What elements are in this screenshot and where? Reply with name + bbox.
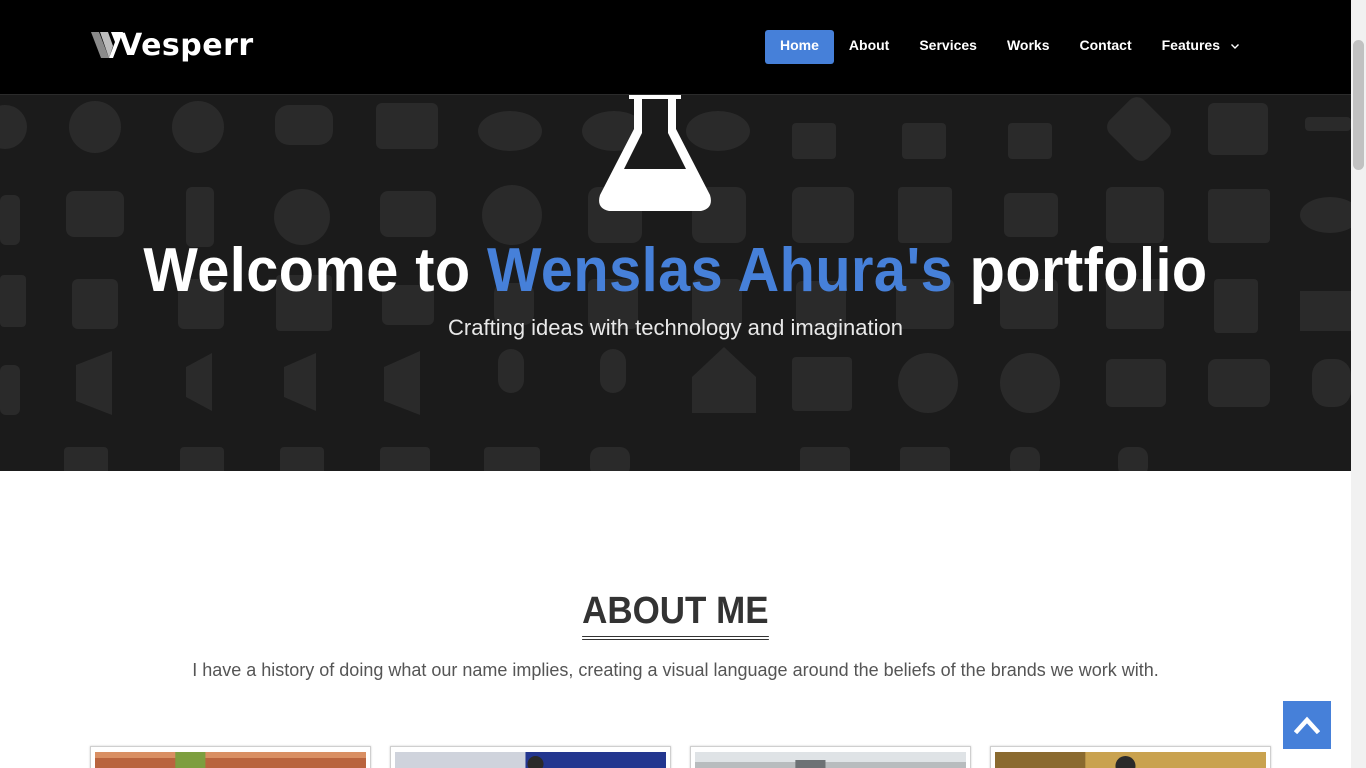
main-nav: Home About Services Works Contact Featur… xyxy=(765,30,1255,64)
hero-subtitle: Crafting ideas with technology and imagi… xyxy=(448,315,903,340)
flask-icon xyxy=(599,95,711,211)
about-heading-text: ABOUT ME xyxy=(582,590,769,640)
page-scrollbar[interactable] xyxy=(1351,0,1366,768)
nav-services-link[interactable]: Services xyxy=(904,30,992,64)
gallery-card[interactable] xyxy=(390,746,671,768)
top-navbar: Vesperr Home About Services Works Contac… xyxy=(0,0,1351,95)
nav-home-link[interactable]: Home xyxy=(765,30,834,64)
gallery-card[interactable] xyxy=(90,746,371,768)
about-heading: ABOUT ME xyxy=(0,590,1351,640)
gallery-image xyxy=(695,752,966,768)
nav-about-link[interactable]: About xyxy=(834,30,904,64)
hero-title-name: Wenslas Ahura's xyxy=(487,236,954,305)
hero-title-prefix: Welcome to xyxy=(143,236,488,305)
nav-features-dropdown[interactable]: Features xyxy=(1147,30,1255,64)
brand-name: Vesperr xyxy=(119,28,254,63)
gallery-image xyxy=(395,752,666,768)
brand-logo[interactable]: Vesperr xyxy=(90,28,254,64)
chevron-down-icon xyxy=(1230,44,1239,50)
about-description: I have a history of doing what our name … xyxy=(192,660,1159,680)
gallery-card[interactable] xyxy=(690,746,971,768)
nav-contact-link[interactable]: Contact xyxy=(1065,30,1147,64)
gallery-image xyxy=(95,752,366,768)
gallery-card[interactable] xyxy=(990,746,1271,768)
back-to-top-button[interactable] xyxy=(1283,701,1331,749)
chevron-up-icon xyxy=(1294,716,1320,734)
hero-title: Welcome to Wenslas Ahura's portfolio xyxy=(47,235,1303,306)
hero-section: Welcome to Wenslas Ahura's portfolio Cra… xyxy=(0,95,1351,471)
scrollbar-thumb[interactable] xyxy=(1353,40,1364,170)
hero-title-suffix: portfolio xyxy=(953,236,1208,305)
gallery-image xyxy=(995,752,1266,768)
nav-works-link[interactable]: Works xyxy=(992,30,1065,64)
nav-features-label: Features xyxy=(1161,37,1220,53)
